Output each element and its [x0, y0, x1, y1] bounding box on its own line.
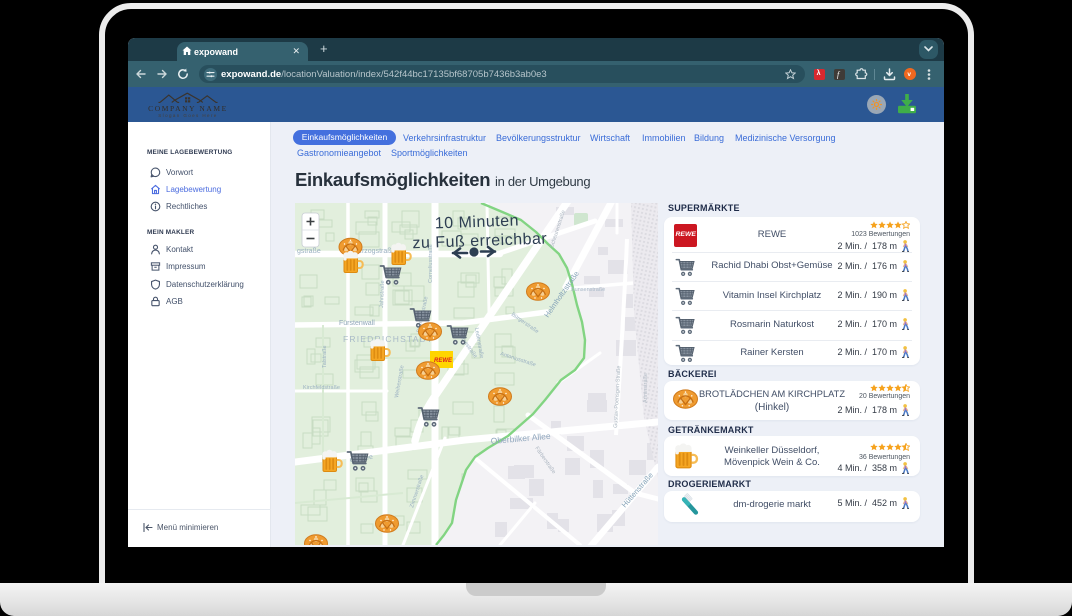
svg-text:Fürstenwall: Fürstenwall: [339, 320, 375, 327]
svg-text:Kirchfeldstraße: Kirchfeldstraße: [303, 385, 340, 391]
svg-text:gstraße: gstraße: [297, 248, 321, 255]
svg-text:REWE: REWE: [434, 358, 453, 364]
svg-text:Talstraße: Talstraße: [322, 345, 328, 368]
svg-text:Arminstraße: Arminstraße: [643, 373, 649, 403]
svg-text:10 Minuten: 10 Minuten: [435, 212, 520, 232]
svg-text:Bunsenstraße: Bunsenstraße: [571, 287, 605, 293]
svg-text:Jahnstraße: Jahnstraße: [379, 280, 386, 308]
